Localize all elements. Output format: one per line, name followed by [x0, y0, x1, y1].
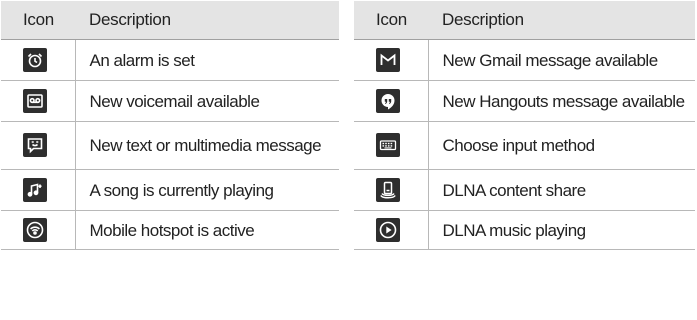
list-item-label: New text or multimedia message: [75, 121, 339, 170]
table-row: New Gmail message available: [354, 39, 695, 81]
table-row: DLNA music playing: [354, 210, 695, 250]
list-item-label: A song is currently playing: [75, 169, 339, 211]
wifi-hotspot-icon: [23, 217, 47, 242]
message-icon: [23, 133, 47, 157]
alarm-clock-icon: [23, 47, 47, 72]
voicemail-icon: [23, 88, 47, 113]
icon-column-header: Icon: [1, 1, 75, 40]
list-item-label: DLNA music playing: [428, 210, 695, 250]
play-icon: [376, 217, 400, 242]
list-item-label: Mobile hotspot is active: [75, 210, 339, 250]
list-item-label: New voicemail available: [75, 80, 339, 122]
description-column-header: Description: [428, 1, 695, 40]
table-header-row: Icon Description: [1, 1, 339, 40]
list-item-label: DLNA content share: [428, 169, 695, 211]
list-item-label: New Gmail message available: [428, 39, 695, 81]
music-note-icon: [23, 177, 47, 202]
table-row: A song is currently playing: [1, 169, 339, 211]
table-header-row: Icon Description: [354, 1, 695, 40]
table-row: New text or multimedia message: [1, 121, 339, 170]
hangouts-icon: [376, 88, 400, 113]
list-item-label: An alarm is set: [75, 39, 339, 81]
right-icon-table: Icon Description New Gmail message avail…: [354, 1, 695, 250]
list-item-label: New Hangouts message available: [428, 80, 695, 122]
keyboard-icon: [376, 133, 400, 157]
table-row: An alarm is set: [1, 39, 339, 81]
table-row: Choose input method: [354, 121, 695, 170]
list-item-label: Choose input method: [428, 121, 695, 170]
table-row: New voicemail available: [1, 80, 339, 122]
description-column-header: Description: [75, 1, 339, 40]
gmail-icon: [376, 47, 400, 72]
table-row: Mobile hotspot is active: [1, 210, 339, 250]
dlna-share-icon: [376, 177, 400, 202]
table-row: New Hangouts message available: [354, 80, 695, 122]
left-icon-table: Icon Description An alarm is set New voi…: [1, 1, 339, 250]
table-row: DLNA content share: [354, 169, 695, 211]
icon-column-header: Icon: [354, 1, 428, 40]
